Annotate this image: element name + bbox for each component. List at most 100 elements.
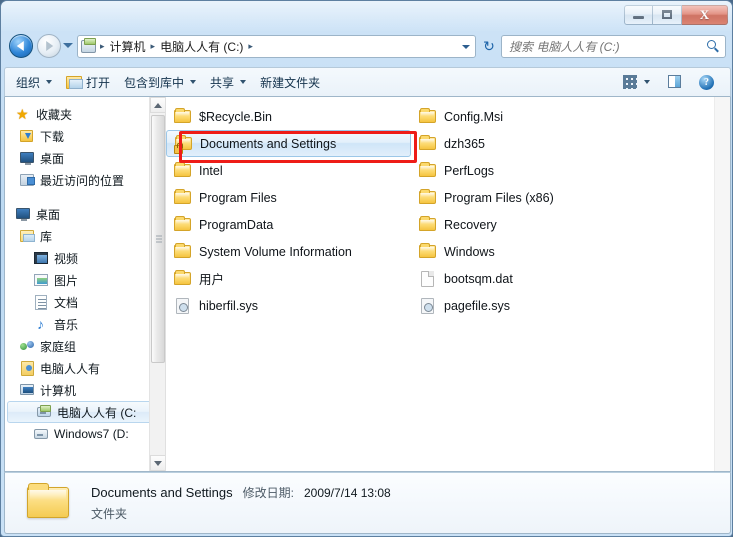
preview-pane-icon <box>666 74 682 90</box>
file-list-item[interactable]: hiberfil.sys <box>166 292 411 319</box>
open-button[interactable]: 打开 <box>59 70 117 95</box>
documents-icon <box>33 294 49 310</box>
new-folder-label: 新建文件夹 <box>260 75 321 90</box>
music-icon: ♪ <box>37 316 44 332</box>
explorer-window: X ▸ 计算机 ▸ 电脑人人有 (C:) ▸ ↻ 搜索 电脑人人有 (C:) 组… <box>0 0 733 537</box>
breadcrumb-item-computer[interactable]: 计算机 <box>107 37 149 56</box>
change-view-button[interactable] <box>615 70 657 94</box>
file-list-item[interactable]: pagefile.sys <box>411 292 656 319</box>
sidebar-item-12[interactable]: 计算机 <box>5 379 165 401</box>
recent-pages-dropdown[interactable] <box>63 43 73 48</box>
file-list-item[interactable]: System Volume Information <box>166 238 411 265</box>
organize-button[interactable]: 组织 <box>9 70 59 95</box>
file-list-item[interactable]: Intel <box>166 157 411 184</box>
sidebar-item-6[interactable]: 视频 <box>5 247 165 269</box>
file-list-item[interactable]: PerfLogs <box>411 157 656 184</box>
search-box[interactable] <box>501 35 726 58</box>
scrollbar-thumb[interactable] <box>151 115 165 363</box>
folder-icon <box>419 188 437 207</box>
sidebar-item-label: 计算机 <box>40 383 77 398</box>
file-list-item[interactable]: Program Files <box>166 184 411 211</box>
scroll-down-button[interactable] <box>150 455 165 471</box>
sidebar-item-9[interactable]: ♪ 音乐 <box>5 313 165 335</box>
sidebar-item-label: 音乐 <box>54 317 79 332</box>
folder-icon <box>419 107 437 126</box>
folder-icon <box>174 242 192 261</box>
file-item-label: System Volume Information <box>199 244 352 259</box>
sidebar-item-4[interactable]: 桌面 <box>5 203 165 225</box>
refresh-button[interactable]: ↻ <box>479 36 499 57</box>
sidebar-item-label: 桌面 <box>40 151 65 166</box>
file-list-item[interactable]: Windows <box>411 238 656 265</box>
breadcrumb-separator[interactable]: ▸ <box>246 41 255 52</box>
folder-icon <box>419 215 437 234</box>
share-button[interactable]: 共享 <box>203 70 253 95</box>
chevron-down-icon[interactable] <box>459 36 473 57</box>
file-list-item[interactable]: Config.Msi <box>411 103 656 130</box>
desktop-icon <box>19 150 35 166</box>
search-input[interactable] <box>509 39 705 54</box>
file-list-item[interactable]: dzh365 <box>411 130 656 157</box>
file-list-item[interactable]: Recovery <box>411 211 656 238</box>
file-item-label: Intel <box>199 163 223 178</box>
title-bar: X <box>1 1 732 29</box>
sidebar-item-7[interactable]: 图片 <box>5 269 165 291</box>
sidebar-item-8[interactable]: 文档 <box>5 291 165 313</box>
sidebar-item-label: Windows7 (D: <box>54 427 129 441</box>
maximize-button[interactable] <box>653 4 682 25</box>
system-file-icon <box>419 297 437 315</box>
details-modified-value: 2009/7/14 13:08 <box>303 486 391 500</box>
breadcrumb-item-drive[interactable]: 电脑人人有 (C:) <box>157 37 246 56</box>
sidebar-item-14[interactable]: Windows7 (D: <box>5 423 165 445</box>
include-in-library-button[interactable]: 包含到库中 <box>117 70 203 95</box>
include-in-library-label: 包含到库中 <box>124 75 185 90</box>
breadcrumb[interactable]: ▸ 计算机 ▸ 电脑人人有 (C:) ▸ <box>77 35 476 58</box>
sidebar-item-0[interactable]: ★ 收藏夹 <box>5 103 165 125</box>
maximize-icon <box>662 10 672 19</box>
drive-icon <box>81 37 97 55</box>
sidebar-item-label: 电脑人人有 (C: <box>57 405 137 420</box>
scrollbar-grip-icon <box>156 235 162 243</box>
navigation-scrollbar[interactable] <box>149 97 165 471</box>
preview-pane-button[interactable] <box>659 70 689 94</box>
chevron-up-icon <box>154 102 162 108</box>
close-button[interactable]: X <box>682 4 728 25</box>
file-list-item[interactable]: bootsqm.dat <box>411 265 656 292</box>
sidebar-item-2[interactable]: 桌面 <box>5 147 165 169</box>
sidebar-item-10[interactable]: 家庭组 <box>5 335 165 357</box>
address-bar-row: ▸ 计算机 ▸ 电脑人人有 (C:) ▸ ↻ <box>1 31 732 63</box>
sidebar-item-label: 文档 <box>54 295 79 310</box>
open-folder-icon <box>66 75 84 90</box>
back-button[interactable] <box>9 34 33 58</box>
file-item-label: Config.Msi <box>444 109 504 124</box>
sidebar-item-13[interactable]: 电脑人人有 (C: <box>7 401 163 423</box>
file-list-pane[interactable]: $Recycle.Bin Documents and Settings Intel P… <box>166 97 730 471</box>
sidebar-item-label: 图片 <box>54 273 79 288</box>
recent-places-icon <box>19 172 35 188</box>
search-icon <box>705 39 721 55</box>
file-list-item[interactable]: Documents and Settings <box>166 130 411 157</box>
file-list-item[interactable]: 用户 <box>166 265 411 292</box>
help-button[interactable]: ? <box>691 70 722 95</box>
drive-icon <box>33 426 49 442</box>
breadcrumb-separator: ▸ <box>100 41 105 51</box>
sidebar-item-1[interactable]: 下载 <box>5 125 165 147</box>
folder-icon <box>27 483 73 523</box>
file-list-item[interactable]: Program Files (x86) <box>411 184 656 211</box>
sidebar-item-3[interactable]: 最近访问的位置 <box>5 169 165 191</box>
file-list-item[interactable]: $Recycle.Bin <box>166 103 411 130</box>
minimize-button[interactable] <box>624 4 653 25</box>
share-label: 共享 <box>210 75 235 90</box>
toolbar-right-group: ? <box>615 70 726 95</box>
forward-button[interactable] <box>37 34 61 58</box>
sidebar-item-5[interactable]: 库 <box>5 225 165 247</box>
file-list-scrollbar[interactable] <box>714 97 730 471</box>
scroll-up-button[interactable] <box>150 97 165 113</box>
file-item-label: 用户 <box>199 273 225 287</box>
breadcrumb-separator: ▸ <box>150 41 156 51</box>
open-label: 打开 <box>86 75 111 90</box>
file-list-item[interactable]: ProgramData <box>166 211 411 238</box>
sidebar-item-11[interactable]: 电脑人人有 <box>5 357 165 379</box>
new-folder-button[interactable]: 新建文件夹 <box>253 70 327 95</box>
folder-icon <box>174 188 192 207</box>
